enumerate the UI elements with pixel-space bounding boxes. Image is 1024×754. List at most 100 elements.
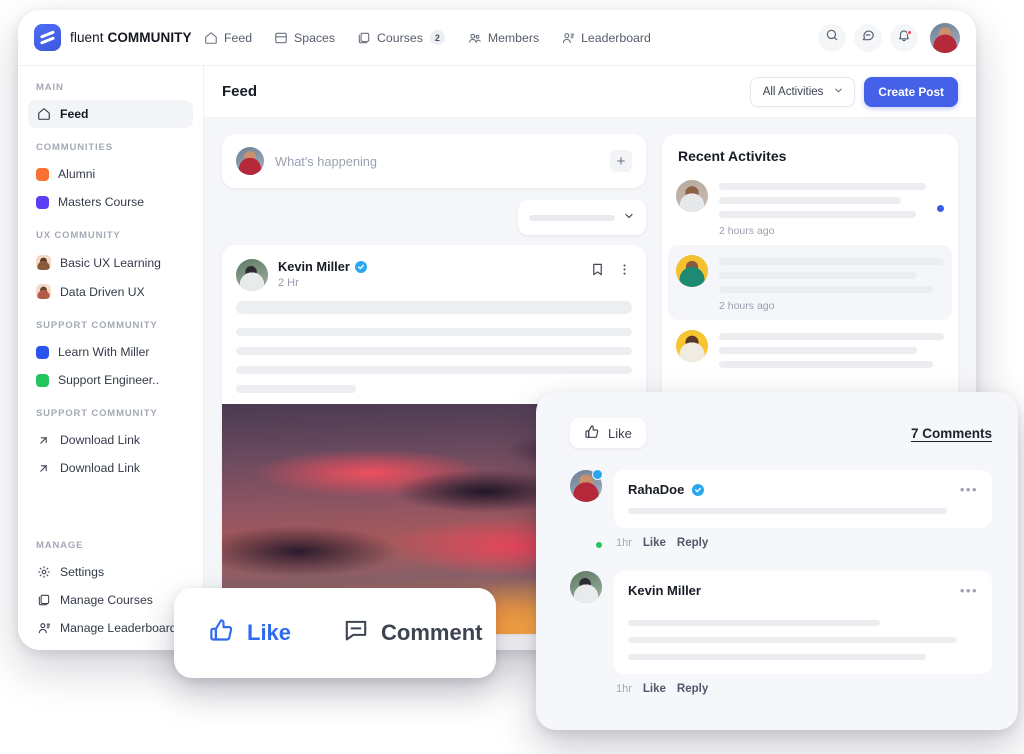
post-skeleton-line: [236, 301, 632, 314]
sidebar-item-label: Basic UX Learning: [60, 256, 161, 270]
composer-add-button[interactable]: +: [610, 150, 632, 172]
top-navigation-bar: fluent COMMUNITY Feed Spaces Courses 2 M…: [18, 10, 976, 66]
post-timestamp: 2 Hr: [278, 277, 367, 289]
more-horizontal-icon[interactable]: •••: [960, 483, 978, 496]
sidebar-item-download-link-1[interactable]: Download Link: [28, 426, 193, 454]
sort-placeholder-bar: [529, 215, 615, 221]
messages-button[interactable]: [854, 24, 882, 52]
sidebar-item-basic-ux-learning[interactable]: Basic UX Learning: [28, 248, 193, 277]
more-horizontal-icon[interactable]: •••: [960, 584, 978, 597]
post-skeleton-line: [236, 366, 632, 374]
community-avatar: [36, 255, 51, 270]
comment-like-action[interactable]: Like: [643, 683, 666, 695]
gear-icon: [36, 565, 51, 579]
nav-item-spaces[interactable]: Spaces: [274, 31, 335, 45]
feed-sort-select[interactable]: [518, 200, 646, 235]
sidebar-item-download-link-2[interactable]: Download Link: [28, 454, 193, 482]
post-composer[interactable]: +: [222, 134, 646, 188]
sidebar-item-label: Settings: [60, 565, 104, 579]
create-post-button[interactable]: Create Post: [864, 77, 958, 107]
sidebar-item-learn-with-miller[interactable]: Learn With Miller: [28, 338, 193, 366]
activity-body: [719, 330, 944, 375]
leaderboard-icon: [36, 621, 51, 635]
sidebar-item-label: Alumni: [58, 167, 95, 181]
sidebar-item-data-driven-ux[interactable]: Data Driven UX: [28, 277, 193, 306]
notifications-button[interactable]: [890, 24, 918, 52]
sidebar-item-manage-courses[interactable]: Manage Courses: [28, 586, 193, 614]
activity-skeleton-line: [719, 183, 926, 190]
activity-filter-label: All Activities: [763, 86, 824, 98]
post-author-avatar[interactable]: [236, 259, 268, 291]
bookmark-icon[interactable]: [590, 262, 605, 282]
activity-avatar: [676, 180, 708, 212]
brand-name: fluent COMMUNITY: [70, 30, 192, 45]
nav-item-courses[interactable]: Courses 2: [357, 30, 445, 45]
like-button[interactable]: Like: [208, 617, 291, 650]
composer-avatar: [236, 147, 264, 175]
nav-item-members[interactable]: Members: [467, 31, 539, 45]
activity-item[interactable]: [662, 320, 958, 383]
recent-activities-title: Recent Activites: [662, 148, 958, 170]
comment-button[interactable]: Comment: [343, 617, 482, 649]
activity-timestamp: 2 hours ago: [719, 300, 944, 312]
post-header-actions: [590, 259, 632, 282]
sidebar-item-masters-course[interactable]: Masters Course: [28, 188, 193, 216]
nav-item-leaderboard[interactable]: Leaderboard: [561, 31, 651, 45]
community-avatar: [36, 284, 51, 299]
comments-count-link[interactable]: 7 Comments: [911, 426, 992, 441]
nav-label: Feed: [224, 31, 252, 45]
activity-item[interactable]: 2 hours ago: [662, 170, 958, 245]
post-author-name: Kevin Miller: [278, 259, 350, 274]
brand-logo[interactable]: fluent COMMUNITY: [30, 24, 198, 51]
comment-avatar[interactable]: [570, 571, 602, 603]
sidebar-item-settings[interactable]: Settings: [28, 558, 193, 586]
activity-item[interactable]: 2 hours ago: [668, 245, 952, 320]
top-bar-actions: [818, 23, 960, 53]
comment-skeleton-line: [628, 508, 947, 514]
sidebar-group-manage: MANAGE: [28, 540, 193, 551]
post-skeleton-line: [236, 385, 356, 393]
like-label: Like: [247, 620, 291, 646]
arrow-up-right-icon: [36, 434, 51, 447]
activity-skeleton-line: [719, 286, 933, 293]
more-vertical-icon[interactable]: [617, 262, 632, 282]
community-color-swatch: [36, 346, 49, 359]
comment-avatar-wrap: [570, 571, 602, 695]
comment-reply-action[interactable]: Reply: [677, 537, 708, 549]
notification-dot: [907, 30, 912, 35]
sidebar-item-support-engineer[interactable]: Support Engineer..: [28, 366, 193, 394]
composer-input[interactable]: [275, 154, 599, 169]
sidebar-group-main: MAIN: [28, 82, 193, 93]
verified-badge-icon: [692, 484, 704, 496]
post-skeleton-line: [236, 328, 632, 336]
sidebar-item-alumni[interactable]: Alumni: [28, 160, 193, 188]
sidebar-item-label: Masters Course: [58, 195, 144, 209]
nav-label: Spaces: [294, 31, 335, 45]
sidebar-group-communities: COMMUNITIES: [28, 142, 193, 153]
comment-reply-action[interactable]: Reply: [677, 683, 708, 695]
comment-name-row: RahaDoe •••: [628, 482, 978, 497]
activity-body: 2 hours ago: [719, 180, 926, 237]
comment-item: Kevin Miller ••• 1hr Like Reply: [570, 571, 992, 695]
comment-name-row: Kevin Miller •••: [628, 583, 978, 598]
sidebar-item-manage-leaderboard[interactable]: Manage Leaderboard: [28, 614, 193, 642]
like-button[interactable]: Like: [570, 418, 646, 448]
comment-timestamp: 1hr: [616, 537, 632, 549]
nav-item-feed[interactable]: Feed: [204, 31, 252, 45]
comment-skeleton-line: [628, 620, 880, 626]
comment-like-action[interactable]: Like: [643, 537, 666, 549]
comment-label: Comment: [381, 620, 482, 646]
community-color-swatch: [36, 196, 49, 209]
sidebar-spacer: [28, 482, 193, 526]
chevron-down-icon: [833, 85, 844, 99]
sidebar-item-feed[interactable]: Feed: [28, 100, 193, 128]
verified-badge-icon: [592, 469, 603, 480]
courses-icon: [357, 31, 371, 45]
comments-panel-header: Like 7 Comments: [570, 418, 992, 448]
user-avatar[interactable]: [930, 23, 960, 53]
brand-name-light: fluent: [70, 30, 104, 45]
sidebar-item-label: Manage Leaderboard: [60, 621, 177, 635]
search-button[interactable]: [818, 24, 846, 52]
activity-filter-select[interactable]: All Activities: [750, 77, 856, 107]
page-title: Feed: [222, 83, 257, 100]
